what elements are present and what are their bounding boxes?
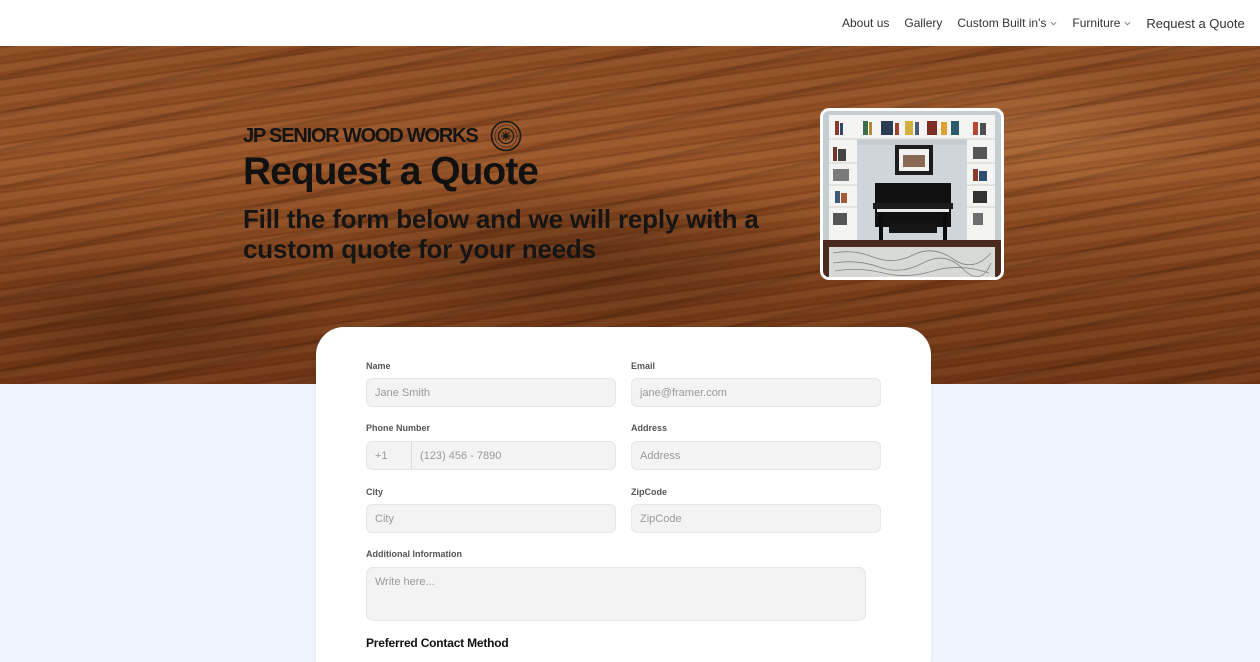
phone-input[interactable]: +1 (123) 456 - 7890 [366,441,616,470]
page-title: Request a Quote [243,150,539,193]
name-placeholder: Jane Smith [375,386,431,399]
nav-links: About us Gallery Custom Built in's Furni… [830,0,1260,46]
top-navigation: About us Gallery Custom Built in's Furni… [0,0,1260,46]
nav-item-furniture[interactable]: Furniture [1072,16,1131,30]
hero-photo-piano-built-ins [820,108,1004,280]
nav-item-gallery[interactable]: Gallery [904,16,942,30]
email-label: Email [631,361,656,371]
brand-logo-icon [490,120,521,152]
chevron-down-icon [1050,21,1057,25]
name-input[interactable]: Jane Smith [366,378,616,407]
nav-item-label: Gallery [904,16,943,30]
city-placeholder: City [375,512,394,525]
nav-item-label: Furniture [1072,16,1121,30]
photo-illustration [823,111,1001,277]
quote-form-card: Name Jane Smith Email jane@framer.com Ph… [316,327,931,662]
nav-item-request-quote[interactable]: Request a Quote [1146,16,1244,31]
address-placeholder: Address [640,449,681,462]
zipcode-placeholder: ZipCode [640,512,682,525]
address-label: Address [631,423,668,433]
nav-item-label: Custom Built in's [957,16,1047,30]
address-input[interactable]: Address [631,441,881,470]
city-input[interactable]: City [366,504,616,533]
nav-item-about-us[interactable]: About us [842,16,889,30]
contact-method-heading: Preferred Contact Method [366,636,509,650]
nav-item-label: Request a Quote [1146,15,1245,31]
page-subtitle: Fill the form below and we will reply wi… [243,204,759,264]
additional-info-textarea[interactable]: Write here... [366,567,866,621]
email-placeholder: jane@framer.com [640,386,727,399]
zipcode-label: ZipCode [631,487,667,497]
brand-name: JP SENIOR WOOD WORKS [243,124,479,147]
chevron-down-icon [1124,21,1131,25]
name-label: Name [366,361,391,371]
phone-label: Phone Number [366,423,431,433]
nav-item-custom-built-ins[interactable]: Custom Built in's [957,16,1057,30]
additional-info-placeholder: Write here... [375,576,435,588]
nav-item-label: About us [842,16,890,30]
phone-country-code[interactable]: +1 [375,442,412,469]
phone-placeholder: (123) 456 - 7890 [420,449,502,462]
zipcode-input[interactable]: ZipCode [631,504,881,533]
brand: JP SENIOR WOOD WORKS [243,120,522,152]
additional-info-label: Additional Information [366,549,462,559]
email-input[interactable]: jane@framer.com [631,378,881,407]
city-label: City [366,487,384,497]
